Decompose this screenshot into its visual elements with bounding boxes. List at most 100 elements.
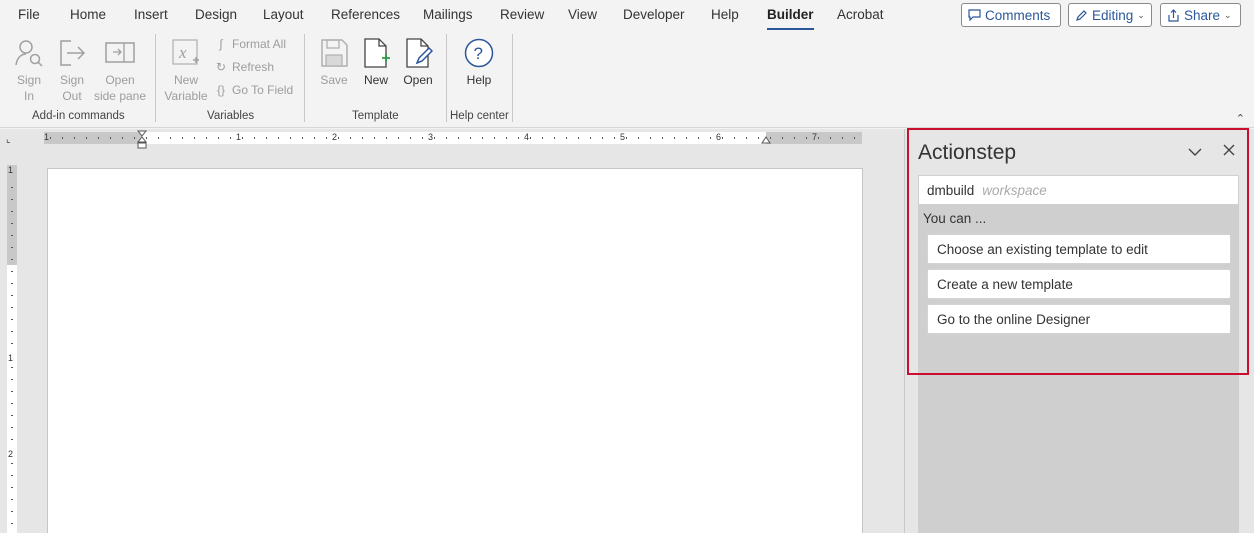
ruler-tick: [194, 137, 195, 139]
ruler-tick: [11, 271, 13, 272]
ruler-tick: [806, 137, 807, 139]
refresh-button[interactable]: ↻ Refresh: [212, 60, 274, 74]
ruler-tick: [122, 137, 123, 139]
tab-developer[interactable]: Developer: [623, 7, 685, 22]
ruler-tick: [182, 137, 183, 139]
tab-review[interactable]: Review: [500, 7, 544, 22]
close-icon[interactable]: [1223, 144, 1235, 159]
ruler-tick: [11, 211, 13, 212]
workspace-label: workspace: [982, 182, 1047, 198]
tab-home[interactable]: Home: [70, 7, 106, 22]
user-search-icon: [13, 36, 45, 70]
ruler-tick: [338, 137, 339, 139]
ribbon-tabs: File Home Insert Design Layout Reference…: [0, 0, 1254, 31]
svg-text:?: ?: [474, 44, 483, 63]
ruler-tick: [314, 137, 315, 139]
document-page[interactable]: [47, 168, 863, 533]
chevron-down-icon: ⌄: [1137, 9, 1145, 20]
tab-references[interactable]: References: [331, 7, 400, 22]
workspace-field[interactable]: dmbuild workspace: [918, 175, 1239, 205]
ruler-number: 1: [8, 353, 14, 363]
ruler-tick: [11, 475, 13, 476]
pencil-icon: [1075, 9, 1088, 22]
tab-builder[interactable]: Builder: [767, 7, 814, 31]
ruler-tick: [11, 487, 13, 488]
ruler-top-margin: [7, 165, 17, 265]
collapse-ribbon-icon[interactable]: ⌃: [1236, 112, 1245, 125]
tab-stop-selector-icon[interactable]: ⌞: [6, 134, 18, 146]
new-variable-label-2: Variable: [164, 89, 208, 103]
variable-icon: x: [170, 36, 202, 70]
ruler-tick: [158, 137, 159, 139]
ribbon-separator: [304, 34, 305, 122]
comments-label: Comments: [985, 7, 1051, 23]
tab-insert[interactable]: Insert: [134, 7, 168, 22]
ruler-tick: [242, 137, 243, 139]
online-designer-button[interactable]: Go to the online Designer: [927, 304, 1231, 334]
create-new-template-button[interactable]: Create a new template: [927, 269, 1231, 299]
ruler-tick: [11, 391, 13, 392]
save-button[interactable]: Save: [316, 36, 352, 88]
open-side-pane-label-2: side pane: [93, 89, 147, 103]
open-side-pane-label-1: Open: [105, 73, 135, 87]
ruler-tick: [506, 137, 507, 139]
ruler-tick: [11, 283, 13, 284]
ribbon-separator: [155, 34, 156, 122]
sign-out-button[interactable]: Sign Out: [54, 36, 90, 104]
ruler-tick: [11, 259, 13, 260]
tab-mailings[interactable]: Mailings: [423, 7, 473, 22]
comments-button[interactable]: Comments: [961, 3, 1061, 27]
new-variable-button[interactable]: x New Variable: [164, 36, 208, 104]
chevron-down-icon[interactable]: [1188, 145, 1202, 160]
task-pane: Actionstep dmbuild workspace You can ...…: [904, 129, 1254, 533]
ruler-tick: [530, 137, 531, 139]
new-template-button[interactable]: New: [360, 36, 392, 88]
pane-header: Actionstep: [918, 129, 1239, 175]
ruler-tick: [494, 137, 495, 139]
ruler-tick: [590, 137, 591, 139]
ruler-tick: [746, 137, 747, 139]
indent-marker-icon[interactable]: [137, 130, 147, 152]
ribbon: Sign In Sign Out Open side pane Add-in c…: [0, 30, 1254, 128]
tab-acrobat[interactable]: Acrobat: [837, 7, 884, 22]
tab-help[interactable]: Help: [711, 7, 739, 22]
format-all-button[interactable]: ∫ Format All: [212, 37, 286, 51]
go-to-field-label: Go To Field: [232, 83, 294, 97]
ruler-tick: [302, 137, 303, 139]
go-to-field-button[interactable]: {} Go To Field: [212, 83, 293, 97]
tab-layout[interactable]: Layout: [263, 7, 304, 22]
ruler-tick: [11, 307, 13, 308]
horizontal-ruler[interactable]: 1 1 2 3 4 5 6 7: [44, 130, 862, 149]
ruler-tick: [734, 137, 735, 139]
choose-existing-template-button[interactable]: Choose an existing template to edit: [927, 234, 1231, 264]
tab-view[interactable]: View: [568, 7, 597, 22]
ruler-tick: [626, 137, 627, 139]
ruler-tick: [842, 137, 843, 139]
vertical-ruler[interactable]: 1 1 2: [7, 165, 17, 533]
ruler-tick: [11, 331, 13, 332]
sign-in-button[interactable]: Sign In: [12, 36, 46, 104]
ruler-tick: [578, 137, 579, 139]
tab-design[interactable]: Design: [195, 7, 237, 22]
ruler-tick: [11, 463, 13, 464]
editing-button[interactable]: Editing ⌄: [1068, 3, 1152, 27]
open-template-button[interactable]: Open: [400, 36, 436, 88]
ruler-tick: [374, 137, 375, 139]
open-document-icon: [402, 36, 434, 70]
share-button[interactable]: Share ⌄: [1160, 3, 1241, 27]
ruler-number: 2: [332, 132, 338, 142]
help-button[interactable]: ? Help: [462, 36, 496, 88]
ruler-tick: [614, 137, 615, 139]
ruler-tick: [422, 137, 423, 139]
ruler-number: 1: [8, 165, 14, 175]
ruler-tick: [11, 223, 13, 224]
ruler-tick: [686, 137, 687, 139]
sign-in-label-2: In: [23, 89, 34, 103]
ruler-tick: [722, 137, 723, 139]
ruler-tick: [470, 137, 471, 139]
ribbon-separator: [512, 34, 513, 122]
side-pane-icon: [104, 36, 136, 70]
save-icon: [318, 36, 350, 70]
open-side-pane-button[interactable]: Open side pane: [93, 36, 147, 104]
tab-file[interactable]: File: [18, 7, 40, 22]
